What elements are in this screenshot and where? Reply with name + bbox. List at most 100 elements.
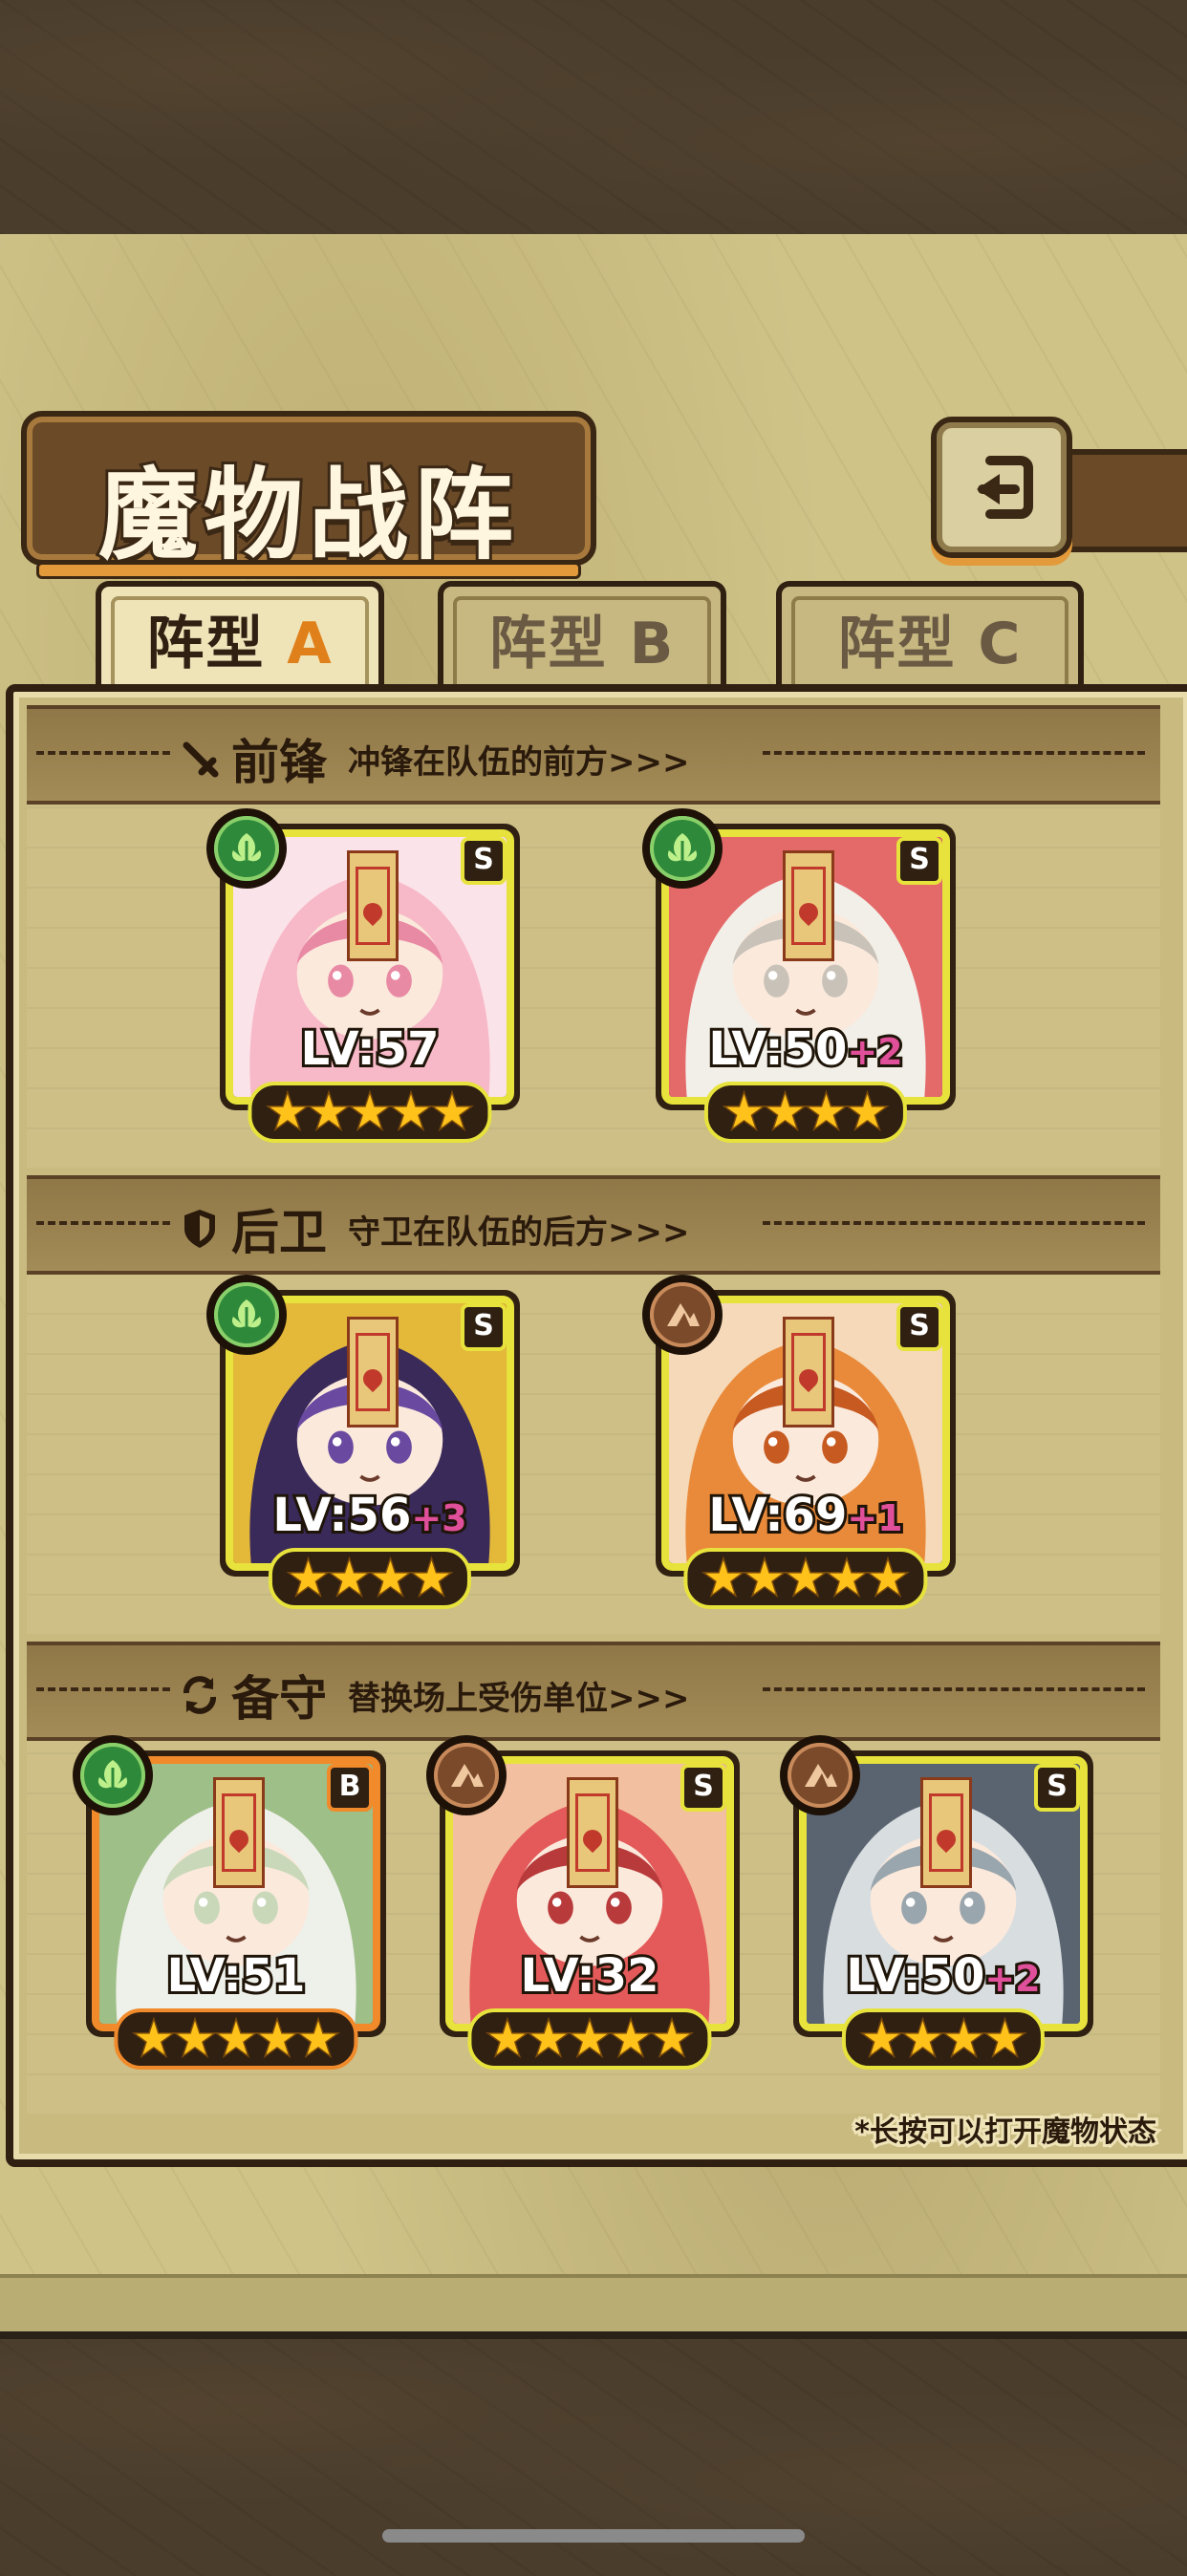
element-badge: [206, 1275, 287, 1355]
tab-formation-b[interactable]: 阵型 B: [438, 581, 726, 690]
section-desc: 守卫在队伍的后方>>>: [348, 1213, 690, 1252]
star-rating: ★ ★ ★ ★ ★: [114, 2008, 358, 2070]
element-badge: [642, 1275, 723, 1355]
seal-tag: [783, 1317, 834, 1428]
star-icon: ★: [701, 1552, 745, 1605]
monster-card[interactable]: LV:69+1 S ★ ★ ★ ★ ★: [642, 1275, 956, 1609]
star-icon: ★: [804, 1085, 848, 1139]
element-badge: [206, 808, 287, 889]
star-icon: ★: [846, 1085, 890, 1139]
swap-icon: [178, 1673, 222, 1717]
tab-label: 阵型 C: [837, 610, 1023, 677]
star-icon: ★: [286, 1552, 330, 1605]
star-icon: ★: [527, 2012, 571, 2066]
star-icon: ★: [255, 2012, 299, 2066]
section-desc: 冲锋在队伍的前方>>>: [348, 742, 690, 782]
mountain-icon: [650, 1282, 715, 1347]
monster-card[interactable]: LV:50+2 S ★ ★ ★ ★: [780, 1735, 1093, 2070]
section-name: 备守: [231, 1670, 327, 1727]
star-rating: ★ ★ ★ ★: [841, 2008, 1046, 2070]
star-icon: ★: [784, 1552, 828, 1605]
star-icon: ★: [609, 2012, 653, 2066]
star-icon: ★: [132, 2012, 176, 2066]
tab-label: 阵型 B: [488, 610, 676, 677]
rank-badge: S: [461, 837, 507, 885]
mountain-icon: [788, 1743, 852, 1808]
star-icon: ★: [650, 2012, 694, 2066]
star-rating: ★ ★ ★ ★: [268, 1548, 472, 1609]
seal-tag: [347, 1317, 399, 1428]
star-icon: ★: [722, 1085, 766, 1139]
page-title: 魔物战阵: [96, 453, 519, 576]
row-band-front: [27, 805, 1160, 1168]
monster-card[interactable]: LV:51 B ★ ★ ★ ★ ★: [73, 1735, 386, 2070]
level-label: LV:50+2: [843, 1946, 1043, 2006]
star-icon: ★: [430, 1085, 474, 1139]
star-icon: ★: [743, 1552, 787, 1605]
star-icon: ★: [389, 1085, 433, 1139]
level-label: LV:50+2: [705, 1020, 905, 1079]
level-label: LV:69+1: [705, 1486, 905, 1545]
monster-card[interactable]: LV:56+3 S ★ ★ ★ ★: [206, 1275, 520, 1609]
tab-formation-a[interactable]: 阵型 A: [96, 581, 384, 690]
level-label: LV:57: [298, 1020, 442, 1079]
seal-tag: [920, 1777, 972, 1888]
rank-badge: S: [1034, 1764, 1080, 1812]
leaf-icon: [214, 816, 279, 881]
element-badge: [426, 1735, 507, 1815]
section-header-front: 前锋 冲锋在队伍的前方>>>: [27, 705, 1160, 805]
seal-tag: [213, 1777, 265, 1888]
rank-badge: S: [680, 1764, 726, 1812]
section-header-reserve: 备守 替换场上受伤单位>>>: [27, 1642, 1160, 1741]
star-icon: ★: [763, 1085, 807, 1139]
parchment-bottom-band: [0, 2274, 1187, 2335]
level-label: LV:32: [518, 1946, 662, 2006]
star-icon: ★: [348, 1085, 392, 1139]
star-icon: ★: [859, 2012, 903, 2066]
star-icon: ★: [173, 2012, 217, 2066]
sword-icon: [178, 737, 222, 781]
element-badge: [73, 1735, 153, 1815]
back-button[interactable]: [931, 417, 1072, 558]
star-icon: ★: [486, 2012, 529, 2066]
shield-icon: [178, 1207, 222, 1251]
star-rating: ★ ★ ★ ★ ★: [467, 2008, 712, 2070]
star-icon: ★: [327, 1552, 371, 1605]
title-plate: 魔物战阵: [21, 411, 596, 579]
back-button-bar: [1061, 449, 1187, 552]
element-badge: [642, 808, 723, 889]
level-label: LV:56+3: [270, 1486, 469, 1545]
star-icon: ★: [296, 2012, 340, 2066]
rank-badge: B: [327, 1764, 373, 1812]
tab-formation-c[interactable]: 阵型 C: [776, 581, 1084, 690]
star-icon: ★: [825, 1552, 869, 1605]
return-arrow-icon: [977, 456, 1033, 519]
star-icon: ★: [983, 2012, 1027, 2066]
level-label: LV:51: [164, 1946, 309, 2006]
monster-card[interactable]: LV:50+2 S ★ ★ ★ ★: [642, 808, 956, 1143]
element-badge: [780, 1735, 860, 1815]
section-name: 前锋: [231, 734, 327, 790]
tab-label: 阵型 A: [146, 610, 334, 677]
monster-card[interactable]: LV:32 S ★ ★ ★ ★ ★: [426, 1735, 740, 2070]
star-icon: ★: [568, 2012, 612, 2066]
home-indicator: [382, 2529, 805, 2543]
star-rating: ★ ★ ★ ★ ★: [683, 1548, 928, 1609]
star-icon: ★: [410, 1552, 454, 1605]
section-desc: 替换场上受伤单位>>>: [348, 1679, 690, 1718]
seal-tag: [783, 850, 834, 961]
monster-card[interactable]: LV:57 S ★ ★ ★ ★ ★: [206, 808, 520, 1143]
star-icon: ★: [900, 2012, 944, 2066]
star-rating: ★ ★ ★ ★ ★: [248, 1082, 492, 1143]
section-header-back: 后卫 守卫在队伍的后方>>>: [27, 1175, 1160, 1275]
star-icon: ★: [368, 1552, 412, 1605]
rank-badge: S: [896, 837, 942, 885]
leaf-icon: [214, 1282, 279, 1347]
leaf-icon: [80, 1743, 145, 1808]
star-icon: ★: [266, 1085, 310, 1139]
rank-badge: S: [896, 1303, 942, 1351]
rank-badge: S: [461, 1303, 507, 1351]
star-icon: ★: [941, 2012, 985, 2066]
long-press-hint: *长按可以打开魔物状态: [852, 2113, 1159, 2152]
star-icon: ★: [214, 2012, 258, 2066]
